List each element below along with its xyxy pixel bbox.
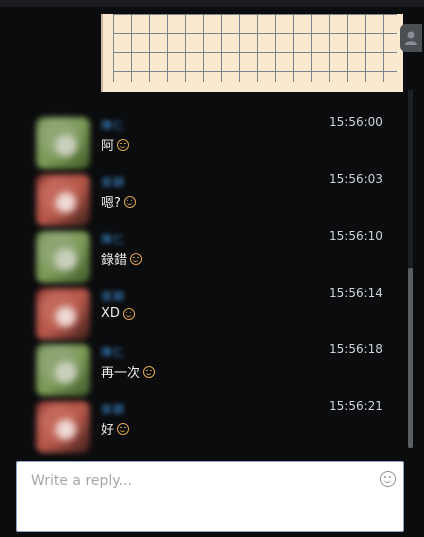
- sender-name[interactable]: 張穎: [101, 288, 125, 304]
- avatar[interactable]: [36, 174, 90, 226]
- reply-input[interactable]: [29, 470, 373, 492]
- profile-tab[interactable]: [400, 24, 422, 52]
- avatar[interactable]: [36, 344, 90, 396]
- user-icon: [405, 31, 417, 45]
- message-item: 陳仁 15:56:10 錄錯: [0, 228, 400, 285]
- sender-name[interactable]: 張穎: [101, 401, 125, 417]
- smiley-icon[interactable]: [143, 365, 156, 378]
- message-text: 嗯?: [101, 192, 136, 211]
- message-item: 陳仁 15:56:18 再一次: [0, 341, 400, 398]
- attachment-grid: [113, 14, 397, 82]
- smiley-icon[interactable]: [122, 307, 135, 320]
- image-attachment[interactable]: [101, 14, 403, 92]
- message-time: 15:56:14: [329, 286, 383, 300]
- smiley-icon[interactable]: [123, 195, 136, 208]
- avatar[interactable]: [36, 231, 90, 283]
- sender-name[interactable]: 陳仁: [101, 231, 125, 247]
- message-item: 張穎 15:56:03 嗯?: [0, 171, 400, 228]
- message-body: 再一次: [101, 366, 141, 381]
- smiley-icon[interactable]: [117, 422, 130, 435]
- message-time: 15:56:10: [329, 229, 383, 243]
- message-body: XD: [101, 306, 120, 321]
- sender-name[interactable]: 陳仁: [101, 344, 125, 360]
- sender-name[interactable]: 張穎: [101, 174, 125, 190]
- message-time: 15:56:00: [329, 115, 383, 129]
- message-body: 阿: [101, 139, 115, 154]
- message-text: XD: [101, 306, 135, 321]
- avatar[interactable]: [36, 288, 90, 340]
- message-body: 嗯?: [101, 196, 121, 211]
- message-item: 張穎 15:56:21 好: [0, 398, 400, 455]
- message-time: 15:56:18: [329, 342, 383, 356]
- smiley-icon[interactable]: [117, 138, 130, 151]
- smiley-icon[interactable]: [380, 471, 396, 487]
- top-bar: [0, 0, 424, 7]
- message-time: 15:56:03: [329, 172, 383, 186]
- avatar[interactable]: [36, 401, 90, 453]
- message-time: 15:56:21: [329, 399, 383, 413]
- avatar[interactable]: [36, 117, 90, 169]
- message-text: 好: [101, 419, 130, 438]
- message-text: 阿: [101, 135, 130, 154]
- reply-composer: [16, 461, 404, 532]
- scrollbar-thumb[interactable]: [408, 268, 413, 448]
- message-body: 錄錯: [101, 253, 128, 268]
- message-text: 再一次: [101, 362, 156, 381]
- smiley-icon[interactable]: [130, 252, 143, 265]
- message-text: 錄錯: [101, 249, 143, 268]
- message-item: 張穎 15:56:14 XD: [0, 285, 400, 342]
- sender-name[interactable]: 陳仁: [101, 117, 125, 133]
- message-item: 陳仁 15:56:00 阿: [0, 114, 400, 171]
- message-body: 好: [101, 423, 115, 438]
